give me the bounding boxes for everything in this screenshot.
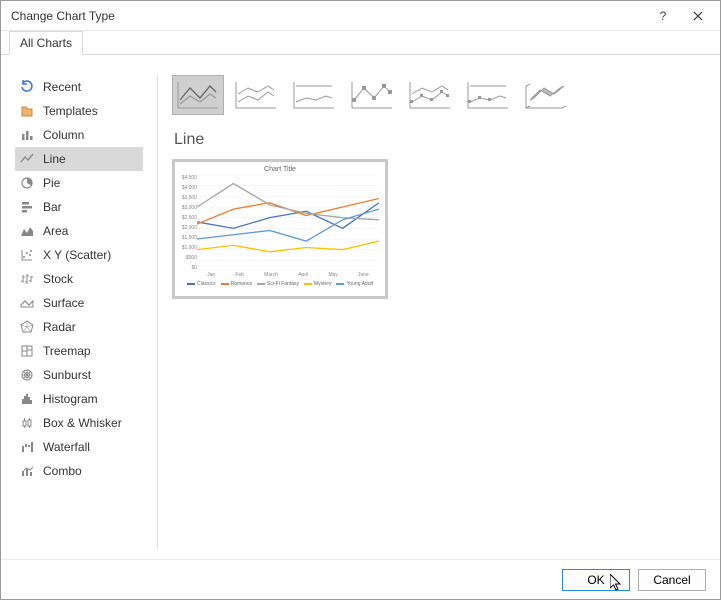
help-button[interactable]: ? [648,2,678,30]
area-icon [19,223,35,239]
dialog-title: Change Chart Type [11,9,648,23]
subtype-stacked-line[interactable] [230,75,282,115]
column-icon [19,127,35,143]
chart-preview[interactable]: Chart Title $4,500$4,000$3,500$3,000$2,5… [172,159,388,299]
sidebar-item-radar[interactable]: Radar [15,315,143,339]
surface-icon [19,295,35,311]
sidebar-item-treemap[interactable]: Treemap [15,339,143,363]
preview-y-axis-labels: $4,500$4,000$3,500$3,000$2,500$2,000$1,5… [179,175,197,271]
preview-chart-plot: $4,500$4,000$3,500$3,000$2,500$2,000$1,5… [197,175,379,271]
sidebar-item-surface[interactable]: Surface [15,291,143,315]
subtype-line-markers[interactable] [346,75,398,115]
preview-legend: ClassicsRomanceSci-Fi FantasyMysteryYoun… [181,281,379,287]
treemap-icon [19,343,35,359]
sidebar-item-label: Radar [43,320,76,334]
vertical-divider [157,75,158,549]
sidebar-item-label: Sunburst [43,368,91,382]
dialog-footer: OK Cancel [1,559,720,599]
sidebar-item-label: Pie [43,176,60,190]
sidebar-item-label: Line [43,152,66,166]
sidebar-item-area[interactable]: Area [15,219,143,243]
sidebar-item-templates[interactable]: Templates [15,99,143,123]
radar-icon [19,319,35,335]
sidebar-item-label: Stock [43,272,73,286]
cancel-button[interactable]: Cancel [638,569,706,591]
main-panel: Line Chart Title $4,500$4,000$3,500$3,00… [172,75,706,549]
scatter-icon [19,247,35,263]
ok-button[interactable]: OK [562,569,630,591]
recent-icon [19,79,35,95]
sidebar-item-label: Area [43,224,68,238]
titlebar: Change Chart Type ? [1,1,720,31]
change-chart-type-dialog: Change Chart Type ? All Charts Recent Te… [0,0,721,600]
sidebar-item-label: Column [43,128,84,142]
charttype-heading: Line [172,131,706,149]
sidebar-item-label: X Y (Scatter) [43,248,111,262]
sidebar-item-waterfall[interactable]: Waterfall [15,435,143,459]
line-icon [19,151,35,167]
sidebar-item-stock[interactable]: Stock [15,267,143,291]
sidebar-item-label: Waterfall [43,440,90,454]
sidebar-item-label: Combo [43,464,82,478]
sidebar-item-label: Histogram [43,392,98,406]
preview-title: Chart Title [181,166,379,173]
subtype-3d-line[interactable] [520,75,572,115]
sidebar-item-scatter[interactable]: X Y (Scatter) [15,243,143,267]
sidebar-item-bar[interactable]: Bar [15,195,143,219]
sidebar-item-pie[interactable]: Pie [15,171,143,195]
sidebar-item-recent[interactable]: Recent [15,75,143,99]
histogram-icon [19,391,35,407]
sidebar-item-combo[interactable]: Combo [15,459,143,483]
sunburst-icon [19,367,35,383]
bar-icon [19,199,35,215]
sidebar-item-histogram[interactable]: Histogram [15,387,143,411]
templates-icon [19,103,35,119]
preview-x-axis-labels: JanFebMarchAprilMayJune [197,272,379,278]
sidebar-item-label: Box & Whisker [43,416,122,430]
sidebar-item-label: Templates [43,104,98,118]
combo-icon [19,463,35,479]
close-button[interactable] [678,2,718,30]
sidebar-item-label: Bar [43,200,62,214]
dialog-content: Recent Templates Column Line Pie Bar [1,55,720,559]
subtype-100-stacked-line-markers[interactable] [462,75,514,115]
chart-category-sidebar: Recent Templates Column Line Pie Bar [15,75,143,549]
box-whisker-icon [19,415,35,431]
sidebar-item-line[interactable]: Line [15,147,143,171]
sidebar-item-sunburst[interactable]: Sunburst [15,363,143,387]
chart-subtype-row [172,75,706,115]
tabstrip: All Charts [1,31,720,55]
tab-all-charts[interactable]: All Charts [9,31,83,55]
waterfall-icon [19,439,35,455]
subtype-100-stacked-line[interactable] [288,75,340,115]
pie-icon [19,175,35,191]
sidebar-item-column[interactable]: Column [15,123,143,147]
stock-icon [19,271,35,287]
sidebar-item-box-whisker[interactable]: Box & Whisker [15,411,143,435]
sidebar-item-label: Recent [43,80,81,94]
subtype-line[interactable] [172,75,224,115]
sidebar-item-label: Treemap [43,344,91,358]
subtype-stacked-line-markers[interactable] [404,75,456,115]
sidebar-item-label: Surface [43,296,84,310]
